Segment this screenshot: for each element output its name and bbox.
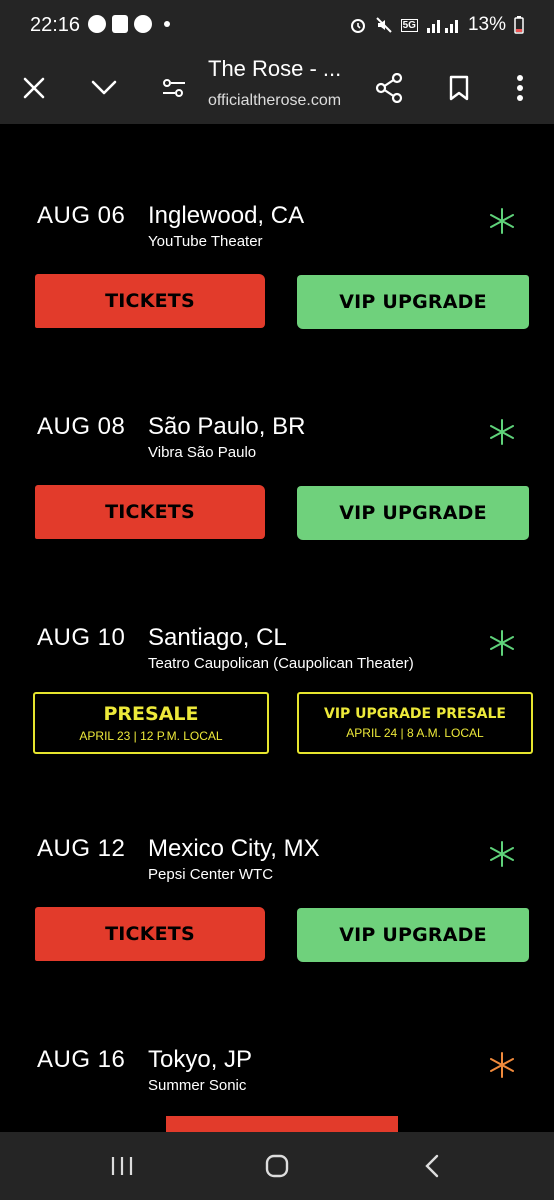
mute-icon [375,17,392,33]
event-date: AUG 06 [37,202,126,229]
vip-upgrade-presale-label: VIP UPGRADE PRESALE [324,706,506,722]
event-venue: YouTube Theater [148,233,263,250]
page-title[interactable]: The Rose - ... [208,56,341,82]
event-city: Tokyo, JP [148,1046,253,1073]
share-icon [375,73,403,103]
back-button[interactable] [410,1148,454,1184]
vip-upgrade-button[interactable]: VIP UPGRADE [297,275,529,329]
alarm-icon [350,19,365,33]
status-right: 5G 13% [349,14,524,36]
sparkle-icon [490,419,514,445]
event-date: AUG 16 [37,1046,126,1073]
tour-dates-list[interactable]: AUG 06 Inglewood, CA YouTube Theater TIC… [0,124,554,1132]
event-city: Inglewood, CA [148,202,305,229]
status-time: 22:16 [30,14,81,36]
alert-icon [112,15,128,33]
chevron-down-icon [91,80,117,95]
home-icon [265,1154,289,1178]
messenger-icon [134,15,152,33]
more-vertical-icon [517,75,523,101]
recent-apps-icon [111,1157,133,1175]
tune-icon [163,79,185,97]
share-button[interactable] [367,66,411,110]
battery-icon [514,16,524,34]
tickets-button-partial[interactable] [166,1116,398,1132]
sparkle-icon [490,630,514,656]
page-url[interactable]: officialtherose.com [208,92,341,110]
bookmark-icon [449,75,469,101]
vip-upgrade-presale-button[interactable]: VIP UPGRADE PRESALE APRIL 24 | 8 A.M. LO… [297,692,533,754]
tickets-button-label: TICKETS [105,501,195,523]
more-options-button[interactable] [498,66,542,110]
vip-upgrade-button[interactable]: VIP UPGRADE [297,908,529,962]
event-date: AUG 08 [37,413,126,440]
event-venue: Pepsi Center WTC [148,866,274,883]
vip-upgrade-button-label: VIP UPGRADE [339,502,487,524]
signal-icon [426,20,458,33]
sparkle-icon [490,841,514,867]
event-city: Santiago, CL [148,624,287,651]
recent-apps-button[interactable] [100,1148,144,1184]
notification-icons [88,15,170,33]
event-date: AUG 10 [37,624,126,651]
presale-button[interactable]: PRESALE APRIL 23 | 12 P.M. LOCAL [33,692,269,754]
tour-event: AUG 08 São Paulo, BR Vibra São Paulo TIC… [0,413,554,613]
event-city: Mexico City, MX [148,835,320,862]
event-venue: Vibra São Paulo [148,444,257,461]
tickets-button[interactable]: TICKETS [35,907,265,961]
sparkle-icon [490,208,514,234]
vip-upgrade-button-label: VIP UPGRADE [339,924,487,946]
minimize-button[interactable] [82,66,126,110]
event-city: São Paulo, BR [148,413,306,440]
tickets-button-label: TICKETS [105,290,195,312]
close-tab-button[interactable] [12,66,56,110]
system-nav-bar [0,1132,554,1200]
tickets-button[interactable]: TICKETS [35,485,265,539]
network-type: 5G [400,18,418,32]
browser-toolbar: The Rose - ... officialtherose.com [0,52,554,124]
tour-event: AUG 10 Santiago, CL Teatro Caupolican (C… [0,624,554,824]
back-icon [425,1154,439,1178]
more-notifications-dot-icon [164,21,170,27]
sparkle-icon [490,1052,514,1078]
home-button[interactable] [255,1148,299,1184]
vip-upgrade-button[interactable]: VIP UPGRADE [297,486,529,540]
tour-event: AUG 06 Inglewood, CA YouTube Theater TIC… [0,202,554,402]
tickets-button[interactable]: TICKETS [35,274,265,328]
bookmark-button[interactable] [437,66,481,110]
close-icon [23,77,45,99]
site-settings-button[interactable] [152,66,196,110]
event-venue: Teatro Caupolican (Caupolican Theater) [148,655,414,672]
vip-upgrade-presale-date: APRIL 24 | 8 A.M. LOCAL [346,726,484,740]
status-bar: 22:16 5G 13% [0,0,554,52]
vip-upgrade-button-label: VIP UPGRADE [339,291,487,313]
event-date: AUG 12 [37,835,126,862]
tour-event: AUG 12 Mexico City, MX Pepsi Center WTC … [0,835,554,1035]
battery-percent: 13% [467,14,506,35]
whatsapp-icon [88,15,106,33]
tickets-button-label: TICKETS [105,923,195,945]
presale-date: APRIL 23 | 12 P.M. LOCAL [79,729,223,743]
presale-button-label: PRESALE [103,703,199,725]
event-venue: Summer Sonic [148,1077,247,1094]
